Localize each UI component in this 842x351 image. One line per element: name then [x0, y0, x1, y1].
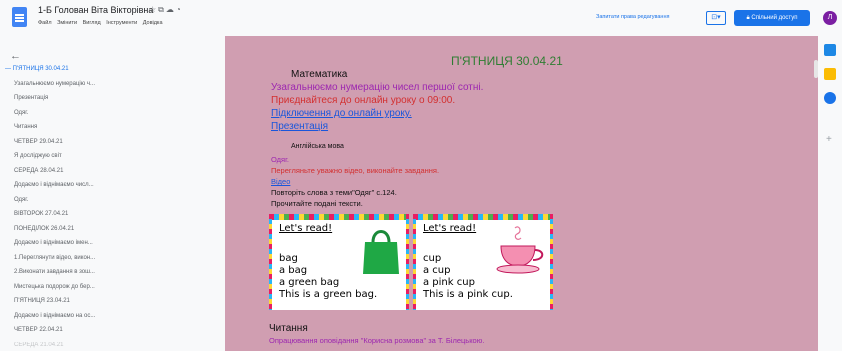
english-instruction: Перегляньте уважно відео, виконайте завд… — [271, 166, 440, 175]
menu-edit[interactable]: Змінити — [57, 20, 77, 26]
card-side-stripe — [413, 214, 416, 310]
outline-item[interactable]: ЧЕТВЕР 29.04.21 — [14, 139, 63, 145]
outline-item[interactable]: 1.Переглянути відео, викон... — [14, 255, 95, 261]
top-bar: 1-Б Голован Віта Вікторівна ☆⧉☁◔ Файл Зм… — [0, 0, 842, 36]
presentation-link[interactable]: Презентація — [271, 121, 328, 132]
card-side-stripe — [550, 214, 553, 310]
cloud-icon[interactable]: ☁ — [166, 5, 176, 14]
share-button[interactable]: 🔒︎ Спільний доступ — [734, 10, 810, 26]
outline-item[interactable]: Презентація — [14, 95, 48, 101]
outline-item[interactable]: 2.Виконати завдання в зош... — [14, 269, 95, 275]
history-icon[interactable]: ◔ — [176, 5, 183, 14]
card-line: a green bag — [279, 277, 340, 288]
menu-bar: Файл Змінити Вигляд Інструменти Довідка — [38, 20, 167, 26]
document-page[interactable]: П'ЯТНИЦЯ 30.04.21 Математика Узагальнюєм… — [225, 36, 818, 351]
lets-read-card-bag[interactable]: Let's read! bag a bag a green bag This i… — [269, 214, 409, 310]
card-line: cup — [423, 253, 442, 264]
card-line: bag — [279, 253, 298, 264]
math-join-text: Приєднайтеся до онлайн уроку о 09:00. — [271, 95, 456, 106]
keep-icon[interactable] — [824, 68, 836, 80]
green-bag-icon — [363, 230, 399, 274]
share-button-label: Спільний доступ — [751, 15, 798, 21]
avatar[interactable]: Л — [823, 11, 837, 25]
pink-cup-icon — [496, 226, 544, 274]
card-line: a bag — [279, 265, 308, 276]
back-arrow-icon[interactable]: ← — [10, 50, 21, 62]
day-heading: П'ЯТНИЦЯ 30.04.21 — [451, 54, 563, 68]
page-area[interactable]: П'ЯТНИЦЯ 30.04.21 Математика Узагальнюєм… — [225, 36, 818, 351]
card-side-stripe — [406, 214, 409, 310]
document-title[interactable]: 1-Б Голован Віта Вікторівна — [38, 5, 153, 15]
lock-icon: 🔒︎ — [746, 15, 750, 21]
mode-dropdown-button[interactable]: ⊡▾ — [706, 11, 726, 25]
calendar-icon[interactable] — [824, 44, 836, 56]
card-line: a pink cup — [423, 277, 475, 288]
outline-item[interactable]: СЕРЕДА 21.04.21 — [14, 342, 63, 348]
docs-logo-icon[interactable] — [12, 7, 27, 27]
card-heading: Let's read! — [279, 223, 333, 234]
outline-item[interactable]: Читання — [14, 124, 37, 130]
title-icons: ☆⧉☁◔ — [149, 5, 183, 15]
reading-heading: Читання — [269, 323, 308, 334]
menu-help[interactable]: Довідка — [143, 20, 163, 26]
star-icon[interactable]: ☆ — [149, 5, 158, 14]
outline-item[interactable]: Одяг. — [14, 110, 28, 116]
outline-item[interactable]: П'ЯТНИЦЯ 23.04.21 — [14, 298, 70, 304]
card-line: This is a green bag. — [279, 289, 378, 300]
outline-item-active[interactable]: — П'ЯТНИЦЯ 30.04.21 — [5, 66, 69, 72]
side-panel: + — [818, 36, 842, 351]
request-edit-access-button[interactable]: Запитати права редагування — [596, 14, 669, 20]
english-topic: Одяг. — [271, 155, 290, 164]
outline-item[interactable]: Одяг. — [14, 197, 28, 203]
online-lesson-link[interactable]: Підключення до онлайн уроку. — [271, 108, 412, 119]
lets-read-card-cup[interactable]: Let's read! cup a cup a pink cup This is… — [413, 214, 553, 310]
add-icon[interactable]: + — [826, 134, 832, 145]
card-line: This is a pink cup. — [423, 289, 513, 300]
card-border-stripes — [269, 214, 409, 220]
english-repeat-words: Повторіть слова з теми"Одяг" с.124. — [271, 188, 397, 197]
menu-tools[interactable]: Інструменти — [106, 20, 137, 26]
outline-item[interactable]: Мистецька подорож до бер... — [14, 284, 95, 290]
tasks-icon[interactable] — [824, 92, 836, 104]
outline-item[interactable]: ПОНЕДІЛОК 26.04.21 — [14, 226, 74, 232]
video-link[interactable]: Відео — [271, 177, 290, 186]
outline-item[interactable]: Додаємо і віднімаємо числ... — [14, 182, 94, 188]
card-border-stripes — [413, 214, 553, 220]
english-heading: Англійська мова — [291, 143, 344, 150]
card-side-stripe — [269, 214, 272, 310]
document-outline: ← — П'ЯТНИЦЯ 30.04.21 Узагальнюємо нумера… — [0, 36, 225, 351]
english-read-texts: Прочитайте подані тексти. — [271, 199, 363, 208]
card-line: a cup — [423, 265, 451, 276]
outline-item[interactable]: ВІВТОРОК 27.04.21 — [14, 211, 68, 217]
card-heading: Let's read! — [423, 223, 477, 234]
outline-item[interactable]: СЕРЕДА 28.04.21 — [14, 168, 63, 174]
math-topic: Узагальнюємо нумерацію чисел першої сотн… — [271, 82, 484, 93]
move-icon[interactable]: ⧉ — [158, 5, 166, 14]
menu-view[interactable]: Вигляд — [83, 20, 101, 26]
reading-topic: Опрацювання оповідання "Корисна розмова"… — [269, 336, 485, 345]
menu-file[interactable]: Файл — [38, 20, 52, 26]
outline-item[interactable]: ЧЕТВЕР 22.04.21 — [14, 327, 63, 333]
math-heading: Математика — [291, 69, 348, 80]
outline-item[interactable]: Додаємо і віднімаємо імен... — [14, 240, 93, 246]
outline-item[interactable]: Я досліджую світ — [14, 153, 62, 159]
outline-item[interactable]: Додаємо і віднімаємо на ос... — [14, 313, 95, 319]
outline-item[interactable]: Узагальнюємо нумерацію ч... — [14, 81, 95, 87]
